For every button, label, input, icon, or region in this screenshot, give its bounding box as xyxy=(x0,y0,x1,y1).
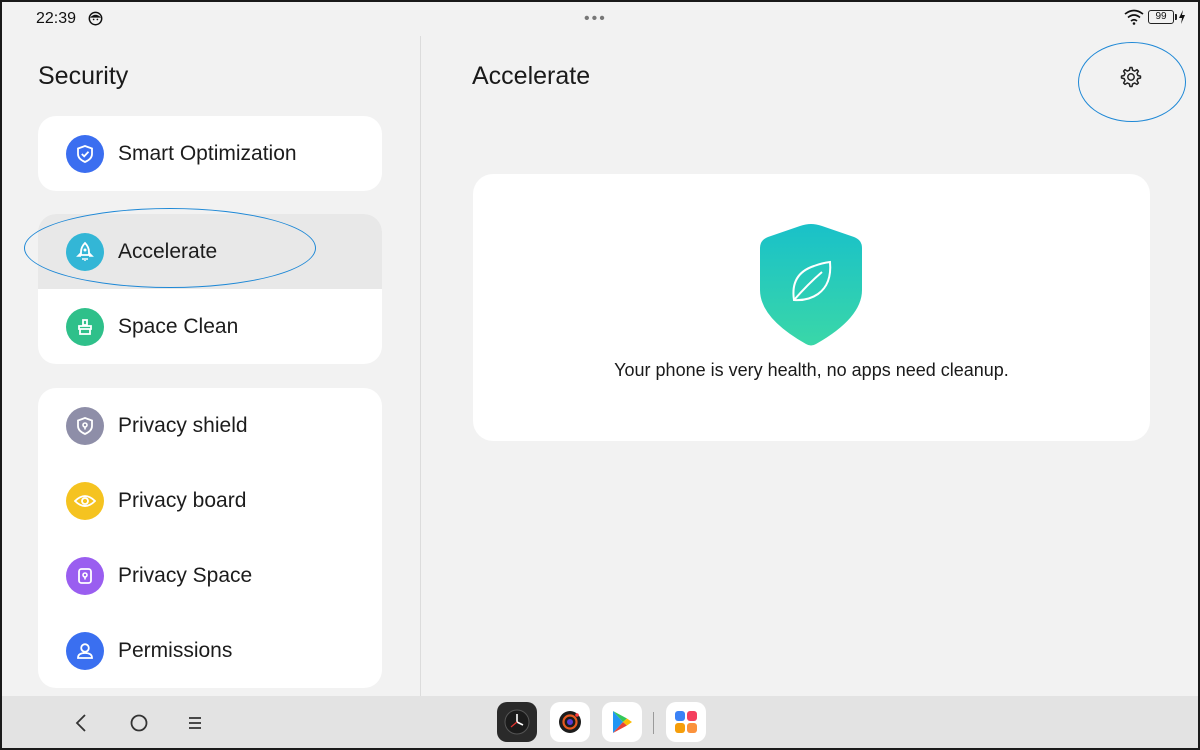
dock-separator xyxy=(653,712,654,734)
sidebar-item-label: Space Clean xyxy=(118,314,239,338)
back-button[interactable] xyxy=(68,710,94,736)
home-button[interactable] xyxy=(126,710,152,736)
camera-app-icon[interactable] xyxy=(550,702,590,742)
sidebar-item-label: Permissions xyxy=(118,638,233,662)
eye-icon xyxy=(66,481,104,520)
play-store-icon[interactable] xyxy=(602,702,642,742)
more-dots-icon[interactable]: ••• xyxy=(584,10,607,28)
sidebar-item-label: Smart Optimization xyxy=(118,141,297,165)
recents-icon xyxy=(189,717,201,729)
sidebar-item-privacy-board[interactable]: Privacy board xyxy=(38,463,382,538)
sidebar-item-label: Accelerate xyxy=(118,239,218,263)
sidebar-title: Security xyxy=(38,62,129,90)
sidebar-item-smart-optimization[interactable]: Smart Optimization xyxy=(38,116,382,191)
page-title: Accelerate xyxy=(472,62,591,90)
broom-icon xyxy=(66,307,104,346)
navigation-bar xyxy=(2,696,1198,748)
privacy-shield-icon xyxy=(66,406,104,445)
sidebar-item-label: Privacy Space xyxy=(118,563,253,587)
status-icons: 99 xyxy=(1124,9,1186,25)
screen-frame: 22:39 ••• 99 Security Smart Optimization… xyxy=(0,0,1200,750)
status-bar: 22:39 ••• 99 xyxy=(2,2,1198,36)
lock-box-icon xyxy=(66,556,104,595)
pane-divider xyxy=(420,36,421,696)
sidebar-item-privacy-space[interactable]: Privacy Space xyxy=(38,538,382,613)
status-message: Your phone is very health, no apps need … xyxy=(614,360,1009,380)
sidebar-item-label: Privacy board xyxy=(118,488,247,512)
status-panel: Your phone is very health, no apps need … xyxy=(473,174,1150,441)
back-icon xyxy=(75,714,86,732)
shield-check-icon xyxy=(66,134,104,173)
sidebar-item-privacy-shield[interactable]: Privacy shield xyxy=(38,388,382,463)
sidebar-item-permissions[interactable]: Permissions xyxy=(38,613,382,688)
app-drawer-icon[interactable] xyxy=(666,702,706,742)
sidebar-item-space-clean[interactable]: Space Clean xyxy=(38,289,382,364)
sidebar-group-performance: Accelerate Space Clean xyxy=(38,214,382,364)
rocket-icon xyxy=(66,232,104,271)
sidebar-group-privacy: Privacy shield Privacy board Privacy Spa… xyxy=(38,388,382,688)
recents-button[interactable] xyxy=(182,710,208,736)
sidebar-group-optimize: Smart Optimization xyxy=(38,116,382,191)
smiley-notification-icon xyxy=(88,11,103,26)
battery-icon: 99 xyxy=(1148,10,1177,24)
gear-icon xyxy=(1120,66,1142,88)
settings-button[interactable] xyxy=(1116,62,1146,92)
sidebar-item-accelerate[interactable]: Accelerate xyxy=(38,214,382,289)
leaf-shield-icon xyxy=(760,224,862,346)
sidebar: Security Smart Optimization Accelerate S… xyxy=(2,36,420,696)
wifi-icon xyxy=(1124,9,1144,25)
status-time: 22:39 xyxy=(36,10,77,27)
home-icon xyxy=(130,714,148,732)
sidebar-item-label: Privacy shield xyxy=(118,413,248,437)
person-icon xyxy=(66,631,104,670)
charging-icon xyxy=(1179,10,1185,24)
clock-app-icon[interactable] xyxy=(497,702,537,742)
